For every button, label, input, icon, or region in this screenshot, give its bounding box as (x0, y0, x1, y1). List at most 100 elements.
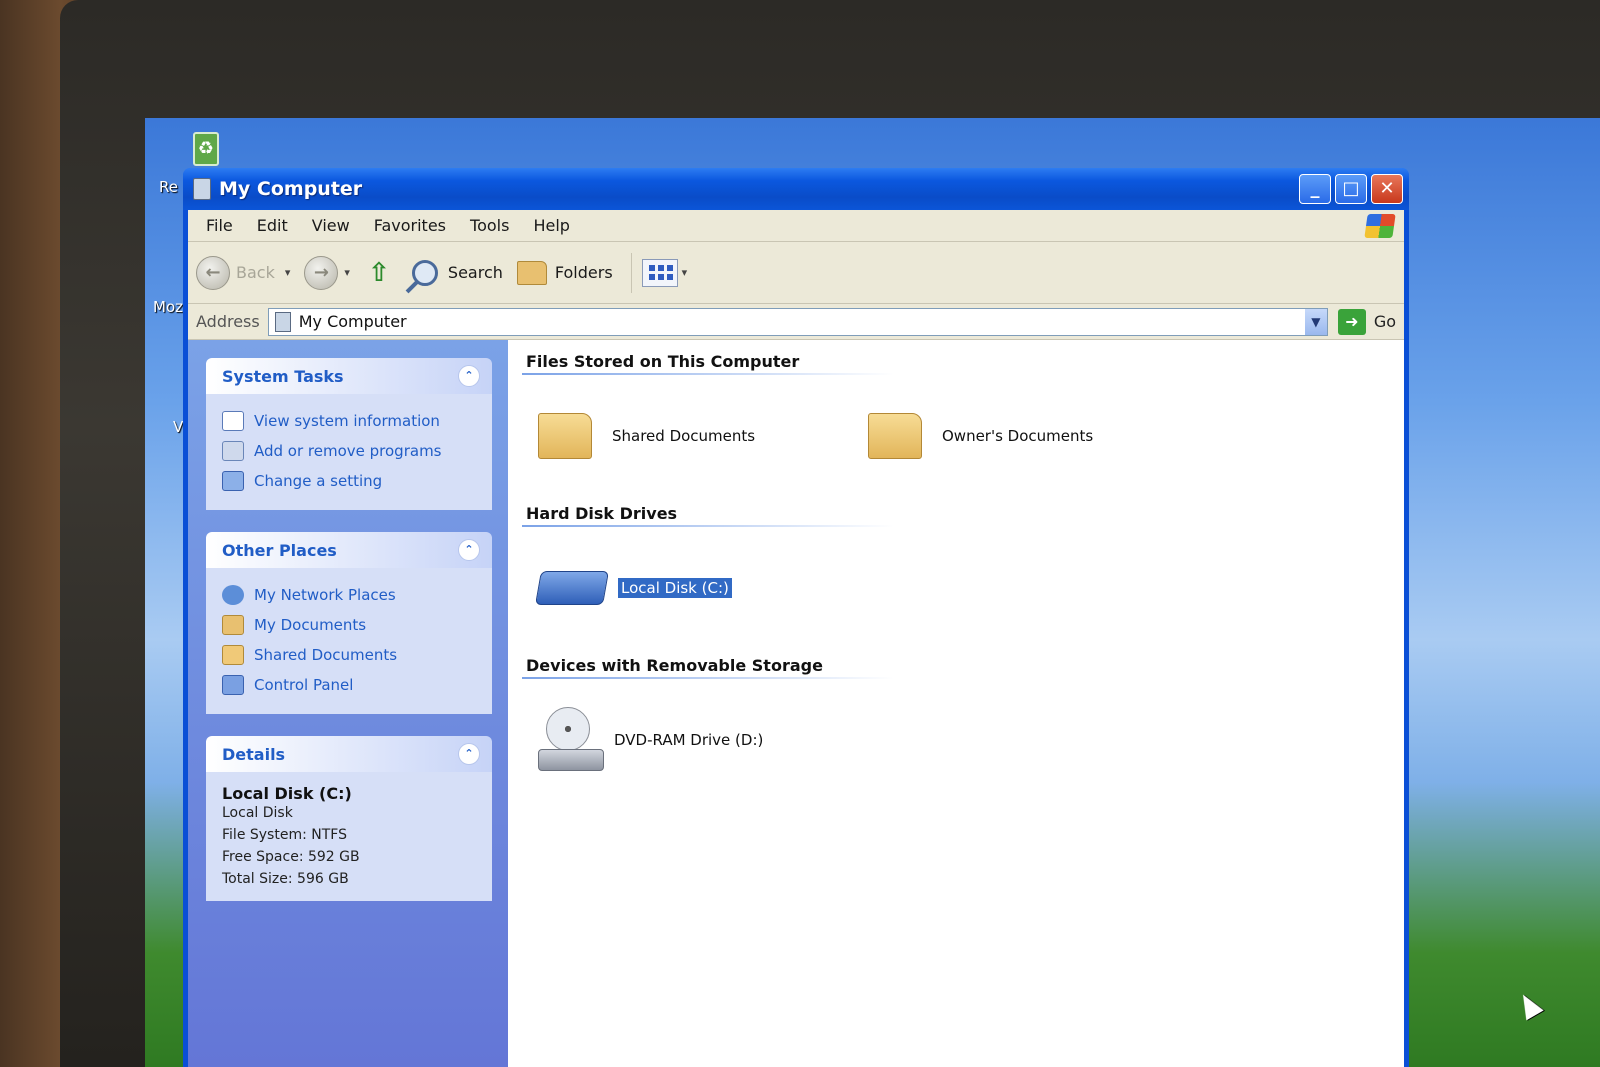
search-button[interactable]: Search (411, 259, 503, 286)
panel-body: My Network Places My Documents Shared Do… (206, 568, 492, 714)
menu-tools[interactable]: Tools (458, 216, 521, 235)
address-dropdown-button[interactable]: ▼ (1304, 308, 1327, 335)
details-panel: Details ⌃ Local Disk (C:) Local Disk Fil… (206, 736, 492, 901)
panel-title: Details (222, 744, 286, 764)
details-type: Local Disk (222, 805, 293, 821)
content-area: System Tasks ⌃ View system information A… (188, 340, 1404, 1067)
folders-button[interactable]: Folders (516, 260, 613, 285)
panel-header[interactable]: System Tasks ⌃ (206, 358, 492, 394)
details-total-size: Total Size: 596 GB (222, 871, 349, 887)
desktop-icon-label[interactable]: Re (159, 178, 178, 196)
item-label: Owner's Documents (942, 427, 1094, 445)
add-remove-programs-icon (222, 441, 244, 461)
system-tasks-panel: System Tasks ⌃ View system information A… (206, 358, 492, 510)
place-label: My Network Places (254, 586, 396, 604)
item-owners-documents[interactable]: Owner's Documents (868, 413, 1198, 459)
group-header-removable: Devices with Removable Storage (522, 648, 1142, 680)
back-label: Back (236, 263, 275, 282)
go-button[interactable]: ➜ Go (1337, 308, 1396, 335)
menu-bar: File Edit View Favorites Tools Help (188, 210, 1404, 242)
panel-title: System Tasks (222, 366, 344, 386)
item-dvd-ram-drive-d[interactable]: DVD-RAM Drive (D:) (538, 707, 868, 773)
place-my-network-places[interactable]: My Network Places (222, 580, 478, 610)
search-label: Search (447, 263, 503, 282)
address-input[interactable]: My Computer ▼ (267, 307, 1328, 336)
item-shared-documents[interactable]: Shared Documents (538, 413, 868, 459)
panel-body: Local Disk (C:) Local Disk File System: … (206, 772, 492, 901)
details-file-system: File System: NTFS (222, 827, 347, 843)
menu-favorites[interactable]: Favorites (362, 216, 458, 235)
place-control-panel[interactable]: Control Panel (222, 670, 478, 700)
chevron-down-icon[interactable]: ▾ (285, 266, 291, 279)
back-arrow-icon: ← (196, 255, 230, 290)
folder-icon (868, 413, 922, 459)
control-panel-icon (222, 675, 244, 695)
toolbar-separator (630, 252, 632, 293)
menu-help[interactable]: Help (521, 216, 581, 235)
group-items-files: Shared Documents Owner's Documents (522, 376, 1404, 496)
title-bar[interactable]: My Computer _ □ ✕ (183, 168, 1409, 210)
details-name: Local Disk (C:) (222, 784, 352, 803)
folders-label: Folders (554, 263, 613, 282)
my-documents-icon (222, 615, 244, 635)
collapse-icon[interactable]: ⌃ (458, 743, 480, 765)
panel-body: View system information Add or remove pr… (206, 394, 492, 510)
views-icon (641, 258, 678, 287)
forward-arrow-icon: → (304, 255, 339, 290)
go-label: Go (1373, 312, 1396, 331)
place-shared-documents[interactable]: Shared Documents (222, 640, 478, 670)
task-label: View system information (254, 412, 440, 430)
task-view-system-information[interactable]: View system information (222, 406, 478, 436)
control-panel-icon (222, 471, 244, 491)
file-view: Files Stored on This Computer Shared Doc… (508, 340, 1404, 1067)
panel-header[interactable]: Other Places ⌃ (206, 532, 492, 568)
back-button[interactable]: ← Back ▾ (196, 255, 291, 290)
folder-icon (538, 413, 592, 459)
place-label: Shared Documents (254, 646, 398, 664)
collapse-icon[interactable]: ⌃ (458, 539, 480, 561)
item-label: DVD-RAM Drive (D:) (614, 731, 764, 749)
desktop-icon-label[interactable]: Moz (153, 298, 183, 316)
mouse-cursor-icon (1514, 989, 1544, 1021)
close-button[interactable]: ✕ (1371, 174, 1403, 204)
place-label: Control Panel (254, 676, 354, 694)
place-my-documents[interactable]: My Documents (222, 610, 478, 640)
windows-logo-icon (1364, 214, 1396, 238)
menu-edit[interactable]: Edit (245, 216, 300, 235)
network-places-icon (222, 585, 244, 605)
forward-button[interactable]: → ▾ (304, 255, 350, 290)
maximize-button[interactable]: □ (1335, 174, 1367, 204)
group-header-hard-disks: Hard Disk Drives (522, 496, 1142, 528)
menu-view[interactable]: View (300, 216, 362, 235)
task-label: Change a setting (254, 472, 383, 490)
task-pane: System Tasks ⌃ View system information A… (188, 340, 508, 1067)
panel-header[interactable]: Details ⌃ (206, 736, 492, 772)
desktop: ♻ Re Moz Vi My Computer _ □ ✕ File Edit … (145, 118, 1600, 1067)
up-button[interactable]: ⇧ (364, 258, 398, 288)
address-bar: Address My Computer ▼ ➜ Go (188, 304, 1404, 340)
item-label: Shared Documents (612, 427, 756, 445)
details-free-space: Free Space: 592 GB (222, 849, 360, 865)
item-local-disk-c[interactable]: Local Disk (C:) (535, 571, 868, 605)
chevron-down-icon[interactable]: ▾ (344, 266, 350, 279)
task-change-setting[interactable]: Change a setting (222, 466, 478, 496)
toolbar: ← Back ▾ → ▾ ⇧ Search Folders ▾ (188, 242, 1404, 304)
folder-icon (222, 645, 244, 665)
system-info-icon (222, 411, 244, 431)
folder-up-icon: ⇧ (368, 257, 390, 288)
group-items-hard-disks: Local Disk (C:) (522, 528, 1404, 648)
minimize-button[interactable]: _ (1299, 174, 1331, 204)
menu-file[interactable]: File (194, 216, 245, 235)
computer-icon (193, 178, 211, 200)
folders-icon (516, 260, 547, 285)
collapse-icon[interactable]: ⌃ (458, 365, 480, 387)
other-places-panel: Other Places ⌃ My Network Places My Docu… (206, 532, 492, 714)
group-items-removable: DVD-RAM Drive (D:) (522, 680, 1404, 800)
address-label: Address (196, 312, 260, 331)
task-label: Add or remove programs (254, 442, 442, 460)
recycle-bin-icon[interactable]: ♻ (193, 132, 219, 166)
views-button[interactable]: ▾ (641, 258, 687, 287)
window-body: File Edit View Favorites Tools Help ← Ba… (188, 210, 1404, 1067)
dvd-drive-icon (538, 707, 604, 773)
task-add-remove-programs[interactable]: Add or remove programs (222, 436, 478, 466)
